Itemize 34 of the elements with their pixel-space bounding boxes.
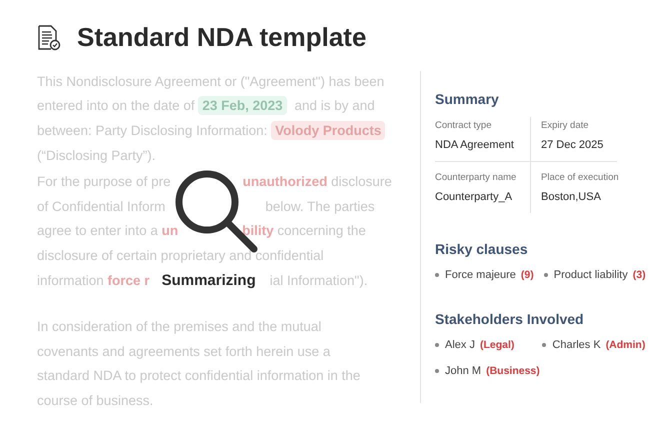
clause-name: Product liability <box>554 269 628 281</box>
field-value: 27 Dec 2025 <box>541 139 604 151</box>
risk-highlight: bility <box>242 223 274 238</box>
page-title: Standard NDA template <box>77 22 366 53</box>
bullet-icon <box>544 273 548 277</box>
stakeholder-name: Charles K <box>552 339 601 351</box>
field-label: Counterparty name <box>435 172 518 183</box>
document-icon <box>37 24 61 50</box>
risk-highlight: unauthorized <box>242 174 328 190</box>
stakeholder-role: (Legal) <box>480 339 514 351</box>
risk-highlight: un <box>162 223 178 238</box>
field-value: NDA Agreement <box>435 139 515 151</box>
field-value: Boston,USA <box>541 191 602 203</box>
clause-name: Force majeure <box>445 269 516 281</box>
field-label: Contract type <box>435 120 492 131</box>
bullet-icon <box>542 343 546 347</box>
party-highlight: Volody Products <box>271 120 386 140</box>
section-heading: Risky clauses <box>435 241 529 257</box>
field-label: Place of execution <box>541 172 617 183</box>
date-highlight: 23 Feb, 2023 <box>198 96 287 116</box>
bullet-icon <box>435 343 439 347</box>
risk-highlight: force r <box>108 272 150 288</box>
clause-count: (9) <box>520 269 534 281</box>
clause-count: (3) <box>632 269 646 281</box>
stakeholder-role: (Business) <box>486 365 540 377</box>
bullet-icon <box>435 369 439 373</box>
stakeholder-role: (Admin) <box>606 339 646 351</box>
stakeholder-name: Alex J <box>445 339 475 351</box>
section-heading: Summary <box>435 91 500 107</box>
section-heading: Stakeholders Involved <box>435 311 585 327</box>
field-label: Expiry date <box>541 120 590 131</box>
bullet-icon <box>435 273 439 277</box>
field-value: Counterparty_A <box>435 191 514 203</box>
stakeholder-name: John M <box>445 365 482 377</box>
